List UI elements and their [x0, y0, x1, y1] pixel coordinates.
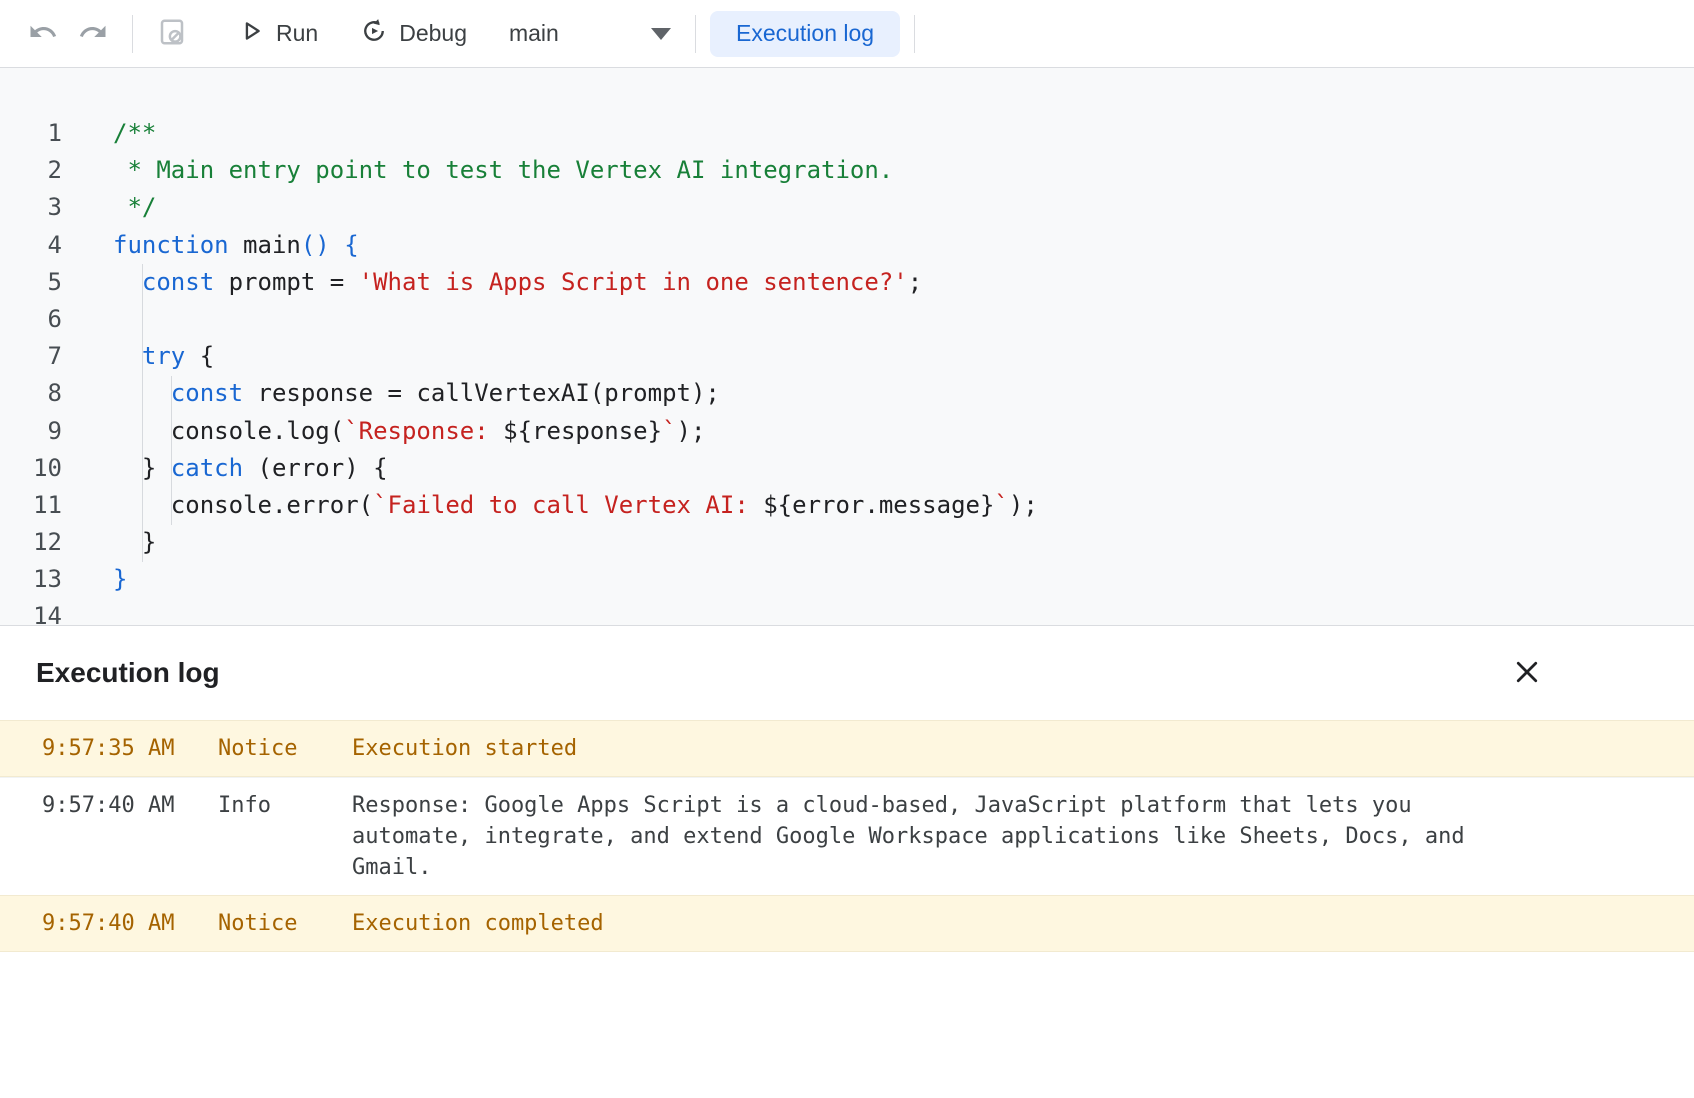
log-entry-level: Notice	[218, 908, 352, 939]
close-button[interactable]	[1506, 652, 1548, 694]
code-text: const prompt = 'What is Apps Script in o…	[62, 264, 922, 301]
save-project-icon	[157, 17, 187, 50]
line-number: 4	[0, 227, 62, 264]
save-project-button[interactable]	[147, 9, 197, 59]
code-line: 7 try {	[0, 338, 1694, 375]
toolbar-separator	[914, 15, 915, 53]
line-number: 7	[0, 338, 62, 375]
log-entry-message: Execution started	[352, 733, 1494, 764]
line-number: 14	[0, 598, 62, 625]
toolbar: Run Debug main Execution log	[0, 0, 1694, 68]
function-dropdown-value: main	[509, 20, 559, 47]
code-text: function main() {	[62, 227, 359, 264]
code-text: console.log(`Response: ${response}`);	[62, 413, 705, 450]
code-line: 11 console.error(`Failed to call Vertex …	[0, 487, 1694, 524]
line-number: 2	[0, 152, 62, 189]
log-entry-level: Info	[218, 790, 352, 883]
chevron-down-icon	[651, 28, 671, 40]
debug-label: Debug	[399, 20, 467, 47]
code-line: 2 * Main entry point to test the Vertex …	[0, 152, 1694, 189]
line-number: 1	[0, 115, 62, 152]
code-text: const response = callVertexAI(prompt);	[62, 375, 720, 412]
line-number: 5	[0, 264, 62, 301]
code-line: 1/**	[0, 115, 1694, 152]
indent-guide	[171, 376, 172, 525]
execution-log-panel: Execution log 9:57:35 AMNoticeExecution …	[0, 625, 1694, 1098]
code-text: * Main entry point to test the Vertex AI…	[62, 152, 893, 189]
log-entry-time: 9:57:40 AM	[42, 790, 218, 883]
undo-button[interactable]	[18, 9, 68, 59]
code-line: 3 */	[0, 189, 1694, 226]
line-number: 6	[0, 301, 62, 338]
function-dropdown[interactable]: main	[499, 9, 681, 59]
code-text	[62, 598, 113, 625]
line-number: 13	[0, 561, 62, 598]
log-entry: 9:57:35 AMNoticeExecution started	[0, 720, 1694, 777]
toolbar-separator	[695, 15, 696, 53]
code-line: 10 } catch (error) {	[0, 450, 1694, 487]
line-number: 3	[0, 189, 62, 226]
code-line: 12 }	[0, 524, 1694, 561]
code-text	[62, 301, 113, 338]
code-text: */	[62, 189, 156, 226]
log-entry: 9:57:40 AMNoticeExecution completed	[0, 895, 1694, 952]
code-line: 6	[0, 301, 1694, 338]
code-text: try {	[62, 338, 214, 375]
line-number: 10	[0, 450, 62, 487]
log-panel-header: Execution log	[0, 626, 1694, 720]
debug-icon	[360, 17, 388, 51]
log-entry-message: Execution completed	[352, 908, 1494, 939]
line-number: 8	[0, 375, 62, 412]
log-entry-time: 9:57:35 AM	[42, 733, 218, 764]
line-number: 12	[0, 524, 62, 561]
redo-icon	[78, 17, 108, 50]
code-line: 9 console.log(`Response: ${response}`);	[0, 413, 1694, 450]
code-text: } catch (error) {	[62, 450, 388, 487]
code-line: 14	[0, 598, 1694, 625]
close-icon	[1512, 657, 1542, 690]
code-line: 8 const response = callVertexAI(prompt);	[0, 375, 1694, 412]
code-line: 4function main() {	[0, 227, 1694, 264]
run-label: Run	[276, 20, 318, 47]
code-lines: 1/**2 * Main entry point to test the Ver…	[0, 115, 1694, 625]
code-line: 13}	[0, 561, 1694, 598]
code-text: console.error(`Failed to call Vertex AI:…	[62, 487, 1038, 524]
log-entry-time: 9:57:40 AM	[42, 908, 218, 939]
code-editor[interactable]: 1/**2 * Main entry point to test the Ver…	[0, 68, 1694, 625]
apps-script-editor: Run Debug main Execution log 1/**2 * Mai…	[0, 0, 1694, 1098]
log-entry-level: Notice	[218, 733, 352, 764]
redo-button[interactable]	[68, 9, 118, 59]
log-entries: 9:57:35 AMNoticeExecution started9:57:40…	[0, 720, 1694, 952]
log-panel-title: Execution log	[36, 657, 220, 689]
line-number: 11	[0, 487, 62, 524]
log-entry: 9:57:40 AMInfoResponse: Google Apps Scri…	[0, 777, 1694, 895]
run-button[interactable]: Run	[223, 9, 332, 59]
undo-icon	[28, 17, 58, 50]
toolbar-separator	[132, 15, 133, 53]
indent-guide	[142, 264, 143, 562]
log-entry-message: Response: Google Apps Script is a cloud-…	[352, 790, 1494, 883]
code-line: 5 const prompt = 'What is Apps Script in…	[0, 264, 1694, 301]
code-text: /**	[62, 115, 156, 152]
line-number: 9	[0, 413, 62, 450]
execution-log-button[interactable]: Execution log	[710, 11, 900, 57]
debug-button[interactable]: Debug	[346, 9, 481, 59]
play-icon	[237, 17, 265, 51]
code-text: }	[62, 561, 127, 598]
